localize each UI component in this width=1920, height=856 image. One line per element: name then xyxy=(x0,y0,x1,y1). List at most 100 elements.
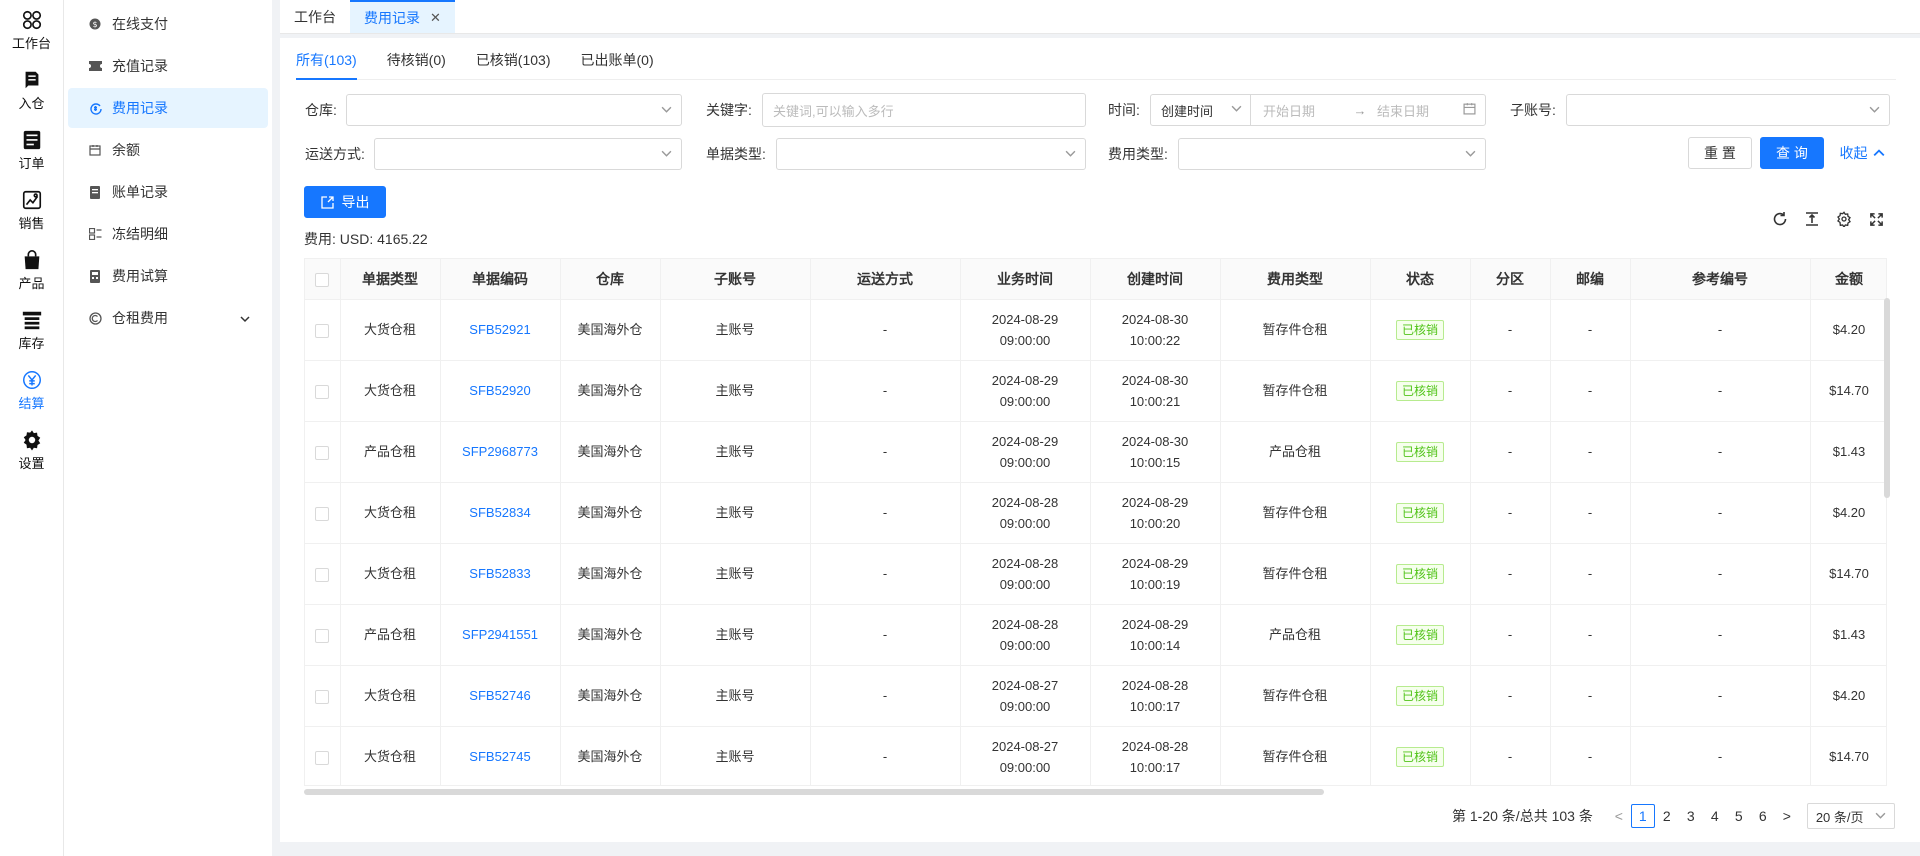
column-header[interactable]: 单据编码 xyxy=(440,259,561,300)
column-header[interactable]: 参考编号 xyxy=(1630,259,1811,300)
vertical-scrollbar[interactable] xyxy=(1884,298,1890,498)
tab-fee-records[interactable]: 费用记录 ✕ xyxy=(350,0,455,33)
column-header[interactable]: 金额 xyxy=(1810,259,1886,300)
column-header[interactable]: 状态 xyxy=(1370,259,1471,300)
column-header[interactable]: 费用类型 xyxy=(1220,259,1371,300)
rail-item-settings[interactable]: 设置 xyxy=(0,420,63,480)
tab-workspace[interactable]: 工作台 xyxy=(280,0,350,33)
end-date-input[interactable]: 结束日期 xyxy=(1371,101,1461,120)
select-all-checkbox[interactable] xyxy=(315,272,330,287)
column-header[interactable]: 运送方式 xyxy=(810,259,961,300)
start-date-input[interactable]: 开始日期 xyxy=(1251,101,1349,120)
row-checkbox[interactable] xyxy=(315,689,330,704)
row-checkbox[interactable] xyxy=(315,323,330,338)
row-checkbox[interactable] xyxy=(315,628,330,643)
submenu-balance[interactable]: 余额 xyxy=(68,130,268,170)
table-row[interactable]: 产品仓租 SFP2941551 美国海外仓 主账号 -2024-08-28 09:00:0… xyxy=(305,604,1886,666)
cell-amount: $1.43 xyxy=(1810,604,1886,666)
submenu-bill-records[interactable]: 账单记录 xyxy=(68,172,268,212)
horizontal-scrollbar[interactable] xyxy=(304,789,1324,795)
page-button-4[interactable]: 4 xyxy=(1703,804,1727,828)
rail-item-sales[interactable]: 销售 xyxy=(0,180,63,240)
table-row[interactable]: 大货仓租 SFB52920 美国海外仓 主账号 -2024-08-29 09:00:00 2… xyxy=(305,360,1886,422)
rail-item-inventory[interactable]: 库存 xyxy=(0,300,63,360)
column-height-icon[interactable] xyxy=(1796,208,1828,230)
doc-code-link[interactable]: SFB52833 xyxy=(469,566,530,581)
page-button-3[interactable]: 3 xyxy=(1679,804,1703,828)
page-button-5[interactable]: 5 xyxy=(1727,804,1751,828)
submenu-warehouse-rent[interactable]: 仓租费用 xyxy=(68,298,268,338)
column-header[interactable]: 仓库 xyxy=(560,259,661,300)
column-header[interactable]: 业务时间 xyxy=(960,259,1091,300)
row-checkbox[interactable] xyxy=(315,506,330,521)
close-icon[interactable]: ✕ xyxy=(430,10,441,26)
column-header[interactable]: 子账号 xyxy=(660,259,811,300)
shipping-select[interactable] xyxy=(374,138,682,170)
cell-biz-time: 2024-08-29 09:00:00 xyxy=(960,299,1091,361)
created-time: 10:00:22 xyxy=(1129,332,1181,348)
doc-code-link[interactable]: SFB52745 xyxy=(469,749,530,764)
rail-item-inbound[interactable]: 入仓 xyxy=(0,60,63,120)
filter-tab-all[interactable]: 所有(103) xyxy=(296,48,357,80)
page-size-select[interactable]: 20 条/页 xyxy=(1806,803,1895,829)
reset-button[interactable]: 重 置 xyxy=(1688,137,1752,169)
table-row[interactable]: 大货仓租 SFB52745 美国海外仓 主账号 -2024-08-27 09:00:00 2… xyxy=(305,726,1886,785)
inventory-icon xyxy=(22,311,41,329)
sub-account-select[interactable] xyxy=(1566,94,1890,126)
doc-code-link[interactable]: SFB52746 xyxy=(469,688,530,703)
page-button-2[interactable]: 2 xyxy=(1655,804,1679,828)
filter-tab-pending[interactable]: 待核销(0) xyxy=(387,48,446,80)
page-button-1[interactable]: 1 xyxy=(1630,804,1655,828)
cell-created-time: 2024-08-30 10:00:22 xyxy=(1090,299,1221,361)
page-button-6[interactable]: 6 xyxy=(1751,804,1775,828)
row-checkbox[interactable] xyxy=(315,750,330,765)
doc-type-select[interactable] xyxy=(776,138,1086,170)
column-header[interactable]: 分区 xyxy=(1470,259,1551,300)
filter-tab-verified[interactable]: 已核销(103) xyxy=(476,48,551,80)
rail-item-product[interactable]: 产品 xyxy=(0,240,63,300)
cell-zone: - xyxy=(1470,604,1551,666)
row-checkbox[interactable] xyxy=(315,445,330,460)
table-row[interactable]: 大货仓租 SFB52746 美国海外仓 主账号 -2024-08-27 09:00:00 2… xyxy=(305,665,1886,727)
submenu-fee-estimate[interactable]: 费用试算 xyxy=(68,256,268,296)
settings-icon[interactable] xyxy=(1828,208,1860,230)
cell-created-time: 2024-08-29 10:00:19 xyxy=(1090,543,1221,605)
rail-item-order[interactable]: 订单 xyxy=(0,120,63,180)
table-row[interactable]: 大货仓租 SFB52834 美国海外仓 主账号 -2024-08-28 09:00:00 2… xyxy=(305,482,1886,544)
table-row[interactable]: 大货仓租 SFB52833 美国海外仓 主账号 -2024-08-28 09:00:00 2… xyxy=(305,543,1886,605)
export-button[interactable]: 导出 xyxy=(304,186,386,218)
rail-label: 设置 xyxy=(18,455,45,471)
doc-code-link[interactable]: SFB52920 xyxy=(469,383,530,398)
doc-code-link[interactable]: SFP2968773 xyxy=(462,444,538,459)
column-header[interactable]: 单据类型 xyxy=(340,259,441,300)
cell-shipping: - xyxy=(810,482,961,544)
table-row[interactable]: 产品仓租 SFP2968773 美国海外仓 主账号 -2024-08-29 09:00:0… xyxy=(305,421,1886,483)
submenu-fee-records[interactable]: 费用记录 xyxy=(68,88,268,128)
filter-tab-billed[interactable]: 已出账单(0) xyxy=(581,48,654,80)
table-row[interactable]: 大货仓租 SFB52921 美国海外仓 主账号 -2024-08-29 09:00:00 2… xyxy=(305,299,1886,361)
collapse-button[interactable]: 收起 xyxy=(1834,137,1890,169)
cell-zone: - xyxy=(1470,360,1551,422)
time-type-select[interactable]: 创建时间 xyxy=(1151,95,1251,125)
query-button[interactable]: 查 询 xyxy=(1760,137,1824,169)
row-checkbox[interactable] xyxy=(315,567,330,582)
doc-code-link[interactable]: SFP2941551 xyxy=(462,627,538,642)
next-page-button[interactable]: > xyxy=(1775,808,1799,824)
fee-type-select[interactable] xyxy=(1178,138,1486,170)
submenu-frozen-details[interactable]: 冻结明细 xyxy=(68,214,268,254)
prev-page-button[interactable]: < xyxy=(1607,808,1631,824)
refresh-icon[interactable] xyxy=(1764,208,1796,230)
submenu-online-payment[interactable]: $ 在线支付 xyxy=(68,4,268,44)
keyword-textarea[interactable]: 关键词,可以输入多行 xyxy=(762,93,1086,127)
doc-code-link[interactable]: SFB52834 xyxy=(469,505,530,520)
fullscreen-icon[interactable] xyxy=(1860,208,1892,230)
rail-item-settlement[interactable]: 结算 xyxy=(0,360,63,420)
calendar-icon[interactable] xyxy=(1463,102,1476,118)
column-header[interactable]: 创建时间 xyxy=(1090,259,1221,300)
rail-item-workspace[interactable]: 工作台 xyxy=(0,0,63,60)
submenu-recharge-records[interactable]: 充值记录 xyxy=(68,46,268,86)
row-checkbox[interactable] xyxy=(315,384,330,399)
doc-code-link[interactable]: SFB52921 xyxy=(469,322,530,337)
column-header[interactable]: 邮编 xyxy=(1550,259,1631,300)
warehouse-select[interactable] xyxy=(346,94,682,126)
